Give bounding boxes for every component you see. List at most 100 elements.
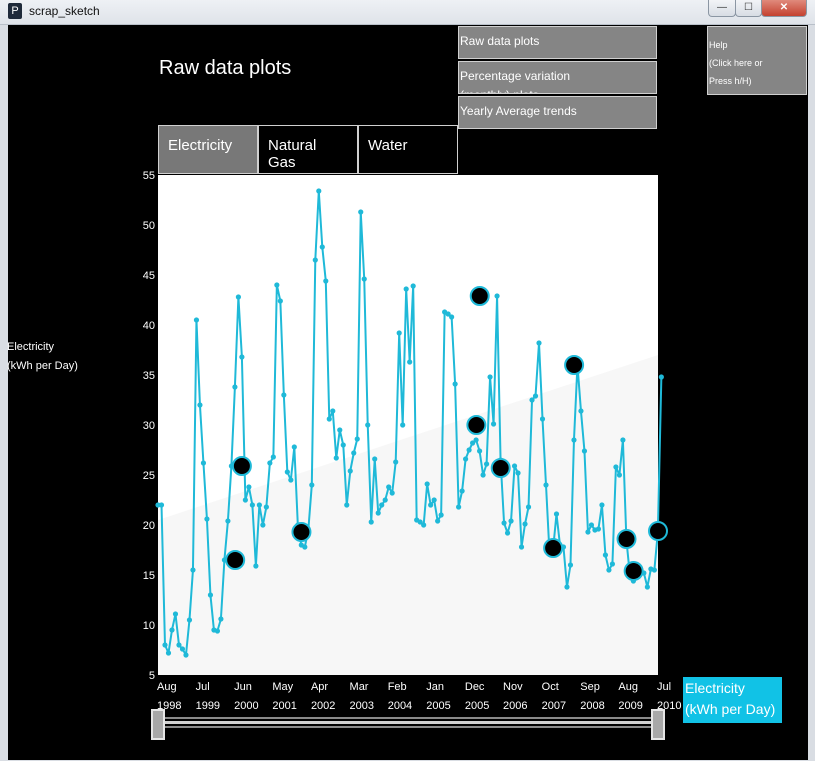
data-point xyxy=(368,519,374,525)
data-point xyxy=(323,278,329,284)
data-point xyxy=(483,461,490,467)
data-point xyxy=(508,518,514,524)
data-point xyxy=(525,504,532,510)
data-point xyxy=(501,520,507,526)
data-point xyxy=(393,459,399,465)
highlighted-point-marker[interactable] xyxy=(623,561,644,581)
x-tick-year-label: 2006 xyxy=(503,700,527,712)
highlighted-point-marker[interactable] xyxy=(291,522,312,542)
highlighted-point-marker[interactable] xyxy=(225,550,246,570)
highlighted-point-marker[interactable] xyxy=(469,286,490,306)
data-point xyxy=(312,257,318,263)
time-range-end-handle[interactable] xyxy=(651,709,665,740)
data-point xyxy=(602,552,609,558)
data-point xyxy=(658,374,664,380)
data-point xyxy=(609,561,616,567)
data-point xyxy=(214,628,221,634)
y-tick-label: 40 xyxy=(143,320,155,332)
data-point xyxy=(480,472,486,478)
data-point xyxy=(504,530,511,536)
data-point xyxy=(522,521,528,527)
data-point xyxy=(183,652,189,658)
data-point xyxy=(358,209,364,215)
data-point xyxy=(494,293,500,299)
data-point xyxy=(543,482,549,488)
data-point xyxy=(284,469,290,475)
data-point xyxy=(242,497,248,503)
data-point xyxy=(319,244,325,250)
data-point xyxy=(253,563,259,569)
data-point xyxy=(536,340,542,346)
x-tick-year-label: 2007 xyxy=(542,700,566,712)
legend-line2: (kWh per Day) xyxy=(685,701,776,717)
highlighted-point-marker[interactable] xyxy=(616,529,637,549)
data-point xyxy=(232,384,238,390)
data-point xyxy=(599,502,605,508)
data-point xyxy=(539,416,546,422)
x-tick-month-label: May xyxy=(272,681,293,693)
data-point xyxy=(449,314,455,320)
data-point xyxy=(207,592,214,598)
data-point xyxy=(435,518,441,524)
data-point xyxy=(277,298,283,304)
data-point xyxy=(186,617,193,623)
x-tick-month-label: Jan xyxy=(426,681,444,693)
data-point xyxy=(651,567,657,573)
data-point xyxy=(620,437,626,443)
data-point xyxy=(490,421,497,427)
x-tick-month-label: Jul xyxy=(657,681,671,693)
data-point xyxy=(389,490,395,496)
data-point xyxy=(316,188,322,194)
x-tick-month-label: Apr xyxy=(311,681,328,693)
x-tick-month-label: Feb xyxy=(388,681,407,693)
time-range-slider[interactable] xyxy=(159,717,663,728)
data-point xyxy=(165,650,172,656)
x-tick-month-label: Dec xyxy=(465,681,485,693)
electricity-chart: 510152025303540455055 Aug1998Jul1999Jun2… xyxy=(143,170,682,712)
data-point xyxy=(616,472,623,478)
data-point xyxy=(302,544,308,550)
highlighted-point-marker[interactable] xyxy=(466,415,487,435)
y-tick-label: 30 xyxy=(143,420,155,432)
y-tick-label: 45 xyxy=(143,270,155,282)
data-point xyxy=(263,504,269,510)
x-tick-year-label: 2008 xyxy=(580,700,604,712)
data-point xyxy=(172,611,179,617)
data-point xyxy=(351,450,357,456)
data-point xyxy=(200,460,207,466)
data-point xyxy=(249,502,255,508)
data-point xyxy=(225,518,231,524)
x-tick-month-label: Jun xyxy=(234,681,252,693)
highlighted-point-marker[interactable] xyxy=(490,458,511,478)
data-point xyxy=(256,502,262,508)
data-point xyxy=(246,484,252,490)
data-point xyxy=(204,516,210,522)
data-point xyxy=(613,464,619,470)
y-tick-label: 20 xyxy=(143,520,155,532)
data-point xyxy=(431,497,437,503)
x-tick-year-label: 2004 xyxy=(388,700,412,712)
data-point xyxy=(361,276,367,282)
data-point xyxy=(578,408,584,414)
x-tick-month-label: Sep xyxy=(580,681,600,693)
data-point xyxy=(333,455,339,461)
highlighted-point-marker[interactable] xyxy=(231,456,252,476)
highlighted-point-marker[interactable] xyxy=(648,521,668,541)
x-tick-year-label: 2005 xyxy=(426,700,450,712)
data-point xyxy=(281,392,287,398)
data-point xyxy=(274,282,280,288)
data-point xyxy=(456,504,462,510)
data-point xyxy=(386,484,392,490)
y-tick-label: 10 xyxy=(143,620,155,632)
data-point xyxy=(309,482,315,488)
data-point xyxy=(421,522,427,528)
data-point xyxy=(326,416,332,422)
data-point xyxy=(193,317,200,323)
time-range-start-handle[interactable] xyxy=(151,709,165,740)
data-point xyxy=(585,529,591,535)
highlighted-point-marker[interactable] xyxy=(564,355,585,375)
y-tick-label: 35 xyxy=(143,370,155,382)
highlighted-point-marker[interactable] xyxy=(543,538,564,558)
data-point xyxy=(365,422,371,428)
data-point xyxy=(291,444,297,450)
